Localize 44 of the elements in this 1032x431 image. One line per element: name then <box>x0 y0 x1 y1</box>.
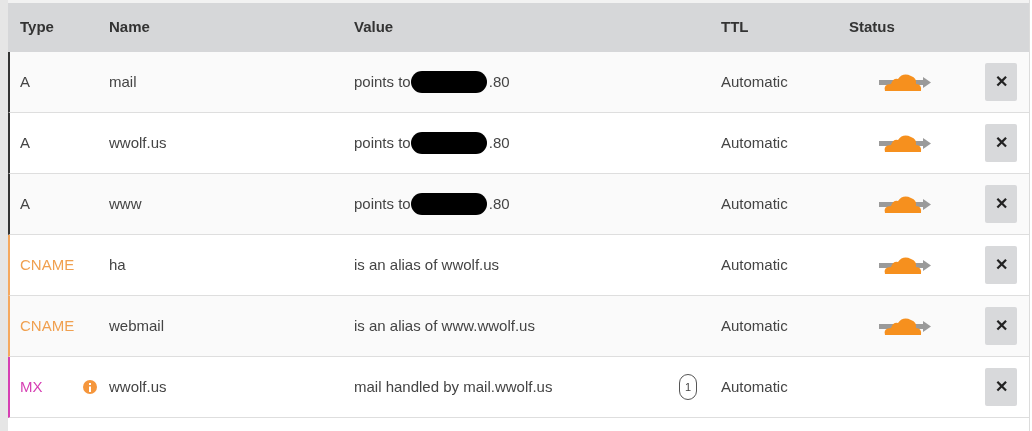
ttl-value: Automatic <box>721 72 788 90</box>
record-value: .80 <box>488 193 510 214</box>
record-value: is an alias of wwolf.us <box>354 254 500 275</box>
record-value: points to <box>354 71 411 92</box>
column-header: Name <box>109 18 150 36</box>
record-name: ha <box>109 255 126 273</box>
delete-button[interactable]: ✕ <box>985 124 1017 162</box>
proxied-cloud-icon[interactable] <box>879 255 931 275</box>
proxied-cloud-icon[interactable] <box>879 316 931 336</box>
delete-button[interactable]: ✕ <box>985 368 1017 406</box>
ttl-value: Automatic <box>721 316 788 334</box>
delete-button[interactable]: ✕ <box>985 63 1017 101</box>
record-value: points to <box>354 193 411 214</box>
proxied-cloud-icon[interactable] <box>879 133 931 153</box>
record-type: A <box>20 193 30 214</box>
record-value: .80 <box>488 71 510 92</box>
record-value: is an alias of www.wwolf.us <box>354 315 535 336</box>
column-header: TTL <box>721 18 749 36</box>
column-header: Status <box>849 18 895 36</box>
record-type: MX <box>20 376 43 397</box>
record-name: webmail <box>109 316 165 334</box>
delete-button[interactable]: ✕ <box>985 246 1017 284</box>
record-value: .80 <box>488 132 510 153</box>
proxied-cloud-icon[interactable] <box>879 72 931 92</box>
ttl-value: Automatic <box>721 194 788 212</box>
record-value: points to <box>354 132 411 153</box>
column-header: Value <box>354 18 394 36</box>
proxied-cloud-icon[interactable] <box>879 194 931 214</box>
record-type: CNAME <box>20 315 75 336</box>
record-name: wwolf.us <box>109 133 167 151</box>
ttl-value: Automatic <box>721 377 788 395</box>
record-name: mail <box>109 72 137 90</box>
delete-button[interactable]: ✕ <box>985 307 1017 345</box>
delete-button[interactable]: ✕ <box>985 185 1017 223</box>
record-type: A <box>20 132 30 153</box>
record-type: A <box>20 71 30 92</box>
ttl-value: Automatic <box>721 255 788 273</box>
record-name: www <box>109 194 142 212</box>
record-name: wwolf.us <box>109 377 167 395</box>
column-header: Type <box>20 18 54 36</box>
record-type: CNAME <box>20 254 75 275</box>
ttl-value: Automatic <box>721 133 788 151</box>
record-value: mail handled by mail.wwolf.us <box>354 376 553 397</box>
info-icon[interactable] <box>83 380 97 394</box>
